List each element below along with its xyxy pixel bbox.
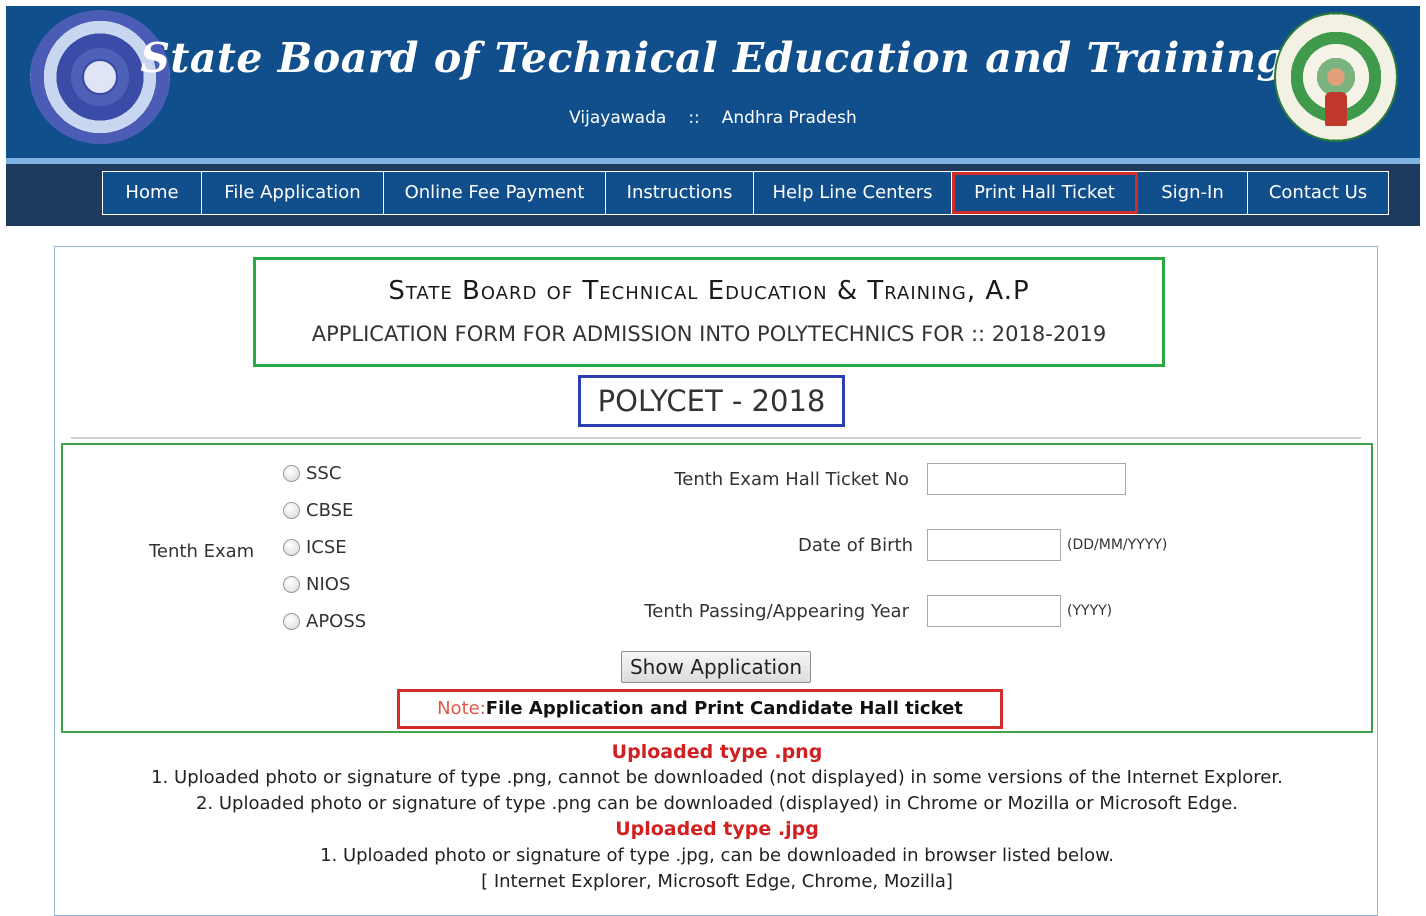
ap-emblem-logo bbox=[1274, 12, 1398, 142]
title-box: State Board of Technical Education & Tra… bbox=[253, 257, 1165, 367]
site-header: State Board of Technical Education and T… bbox=[6, 6, 1420, 158]
divider bbox=[71, 437, 1361, 439]
form-subtitle: APPLICATION FORM FOR ADMISSION INTO POLY… bbox=[311, 322, 1107, 346]
year-label: Tenth Passing/Appearing Year bbox=[644, 601, 909, 622]
radio-label: ICSE bbox=[306, 537, 347, 558]
nav-item-print-hall-ticket[interactable]: Print Hall Ticket bbox=[952, 172, 1138, 214]
dob-label: Date of Birth bbox=[797, 535, 913, 556]
png-info-line-2: 2. Uploaded photo or signature of type .… bbox=[195, 793, 1239, 814]
emblem-figure bbox=[1325, 92, 1347, 126]
nav-item-online-fee-payment[interactable]: Online Fee Payment bbox=[384, 172, 606, 214]
nav-item-contact-us[interactable]: Contact Us bbox=[1248, 172, 1388, 214]
note-text: File Application and Print Candidate Hal… bbox=[485, 698, 963, 719]
nav-item-instructions[interactable]: Instructions bbox=[606, 172, 754, 214]
jpg-heading: Uploaded type .jpg bbox=[615, 818, 819, 840]
nav-item-home[interactable]: Home bbox=[103, 172, 202, 214]
city-text: Vijayawada bbox=[569, 108, 667, 128]
hall-ticket-label: Tenth Exam Hall Ticket No bbox=[674, 469, 909, 490]
note-box: Note:File Application and Print Candidat… bbox=[397, 689, 1003, 729]
year-input[interactable] bbox=[927, 595, 1061, 627]
jpg-info-line-1: 1. Uploaded photo or signature of type .… bbox=[320, 845, 1114, 866]
radio-option-aposs[interactable]: APOSS bbox=[283, 611, 366, 632]
nav-menu: Home File Application Online Fee Payment… bbox=[102, 171, 1389, 215]
year-format-hint: (YYYY) bbox=[1067, 603, 1113, 619]
note-label: Note: bbox=[437, 698, 486, 719]
radio-button[interactable] bbox=[283, 576, 300, 593]
radio-button[interactable] bbox=[283, 539, 300, 556]
radio-option-nios[interactable]: NIOS bbox=[283, 574, 350, 595]
radio-label: NIOS bbox=[306, 574, 351, 595]
main-panel: State Board of Technical Education & Tra… bbox=[54, 246, 1378, 916]
board-title: State Board of Technical Education & Tra… bbox=[388, 276, 1030, 306]
site-location: Vijayawada:: Andhra Pradesh bbox=[6, 108, 1420, 128]
png-info-line-1: 1. Uploaded photo or signature of type .… bbox=[151, 767, 1283, 788]
radio-button[interactable] bbox=[283, 502, 300, 519]
navigation-bar: Home File Application Online Fee Payment… bbox=[6, 158, 1420, 226]
radio-label: SSC bbox=[306, 463, 342, 484]
jpg-info-line-2: [ Internet Explorer, Microsoft Edge, Chr… bbox=[481, 871, 953, 892]
dob-input[interactable] bbox=[927, 529, 1061, 561]
radio-option-icse[interactable]: ICSE bbox=[283, 537, 347, 558]
nav-item-help-line-centers[interactable]: Help Line Centers bbox=[754, 172, 952, 214]
application-form: Tenth Exam SSC CBSE ICSE NIOS APOSS Tent… bbox=[61, 443, 1373, 733]
radio-button[interactable] bbox=[283, 613, 300, 630]
radio-label: CBSE bbox=[306, 500, 354, 521]
png-heading: Uploaded type .png bbox=[611, 741, 823, 763]
hall-ticket-input[interactable] bbox=[927, 463, 1126, 495]
tenth-exam-label: Tenth Exam bbox=[149, 541, 255, 562]
nav-item-sign-in[interactable]: Sign-In bbox=[1138, 172, 1248, 214]
radio-button[interactable] bbox=[283, 465, 300, 482]
show-application-button[interactable]: Show Application bbox=[621, 651, 811, 683]
location-separator: :: bbox=[688, 108, 700, 128]
exam-title: POLYCET - 2018 bbox=[578, 375, 845, 427]
radio-label: APOSS bbox=[306, 611, 367, 632]
site-title: State Board of Technical Education and T… bbox=[140, 34, 1286, 82]
dob-format-hint: (DD/MM/YYYY) bbox=[1067, 537, 1168, 553]
radio-option-ssc[interactable]: SSC bbox=[283, 463, 341, 484]
nav-item-file-application[interactable]: File Application bbox=[202, 172, 384, 214]
state-text: Andhra Pradesh bbox=[721, 108, 857, 128]
radio-option-cbse[interactable]: CBSE bbox=[283, 500, 353, 521]
